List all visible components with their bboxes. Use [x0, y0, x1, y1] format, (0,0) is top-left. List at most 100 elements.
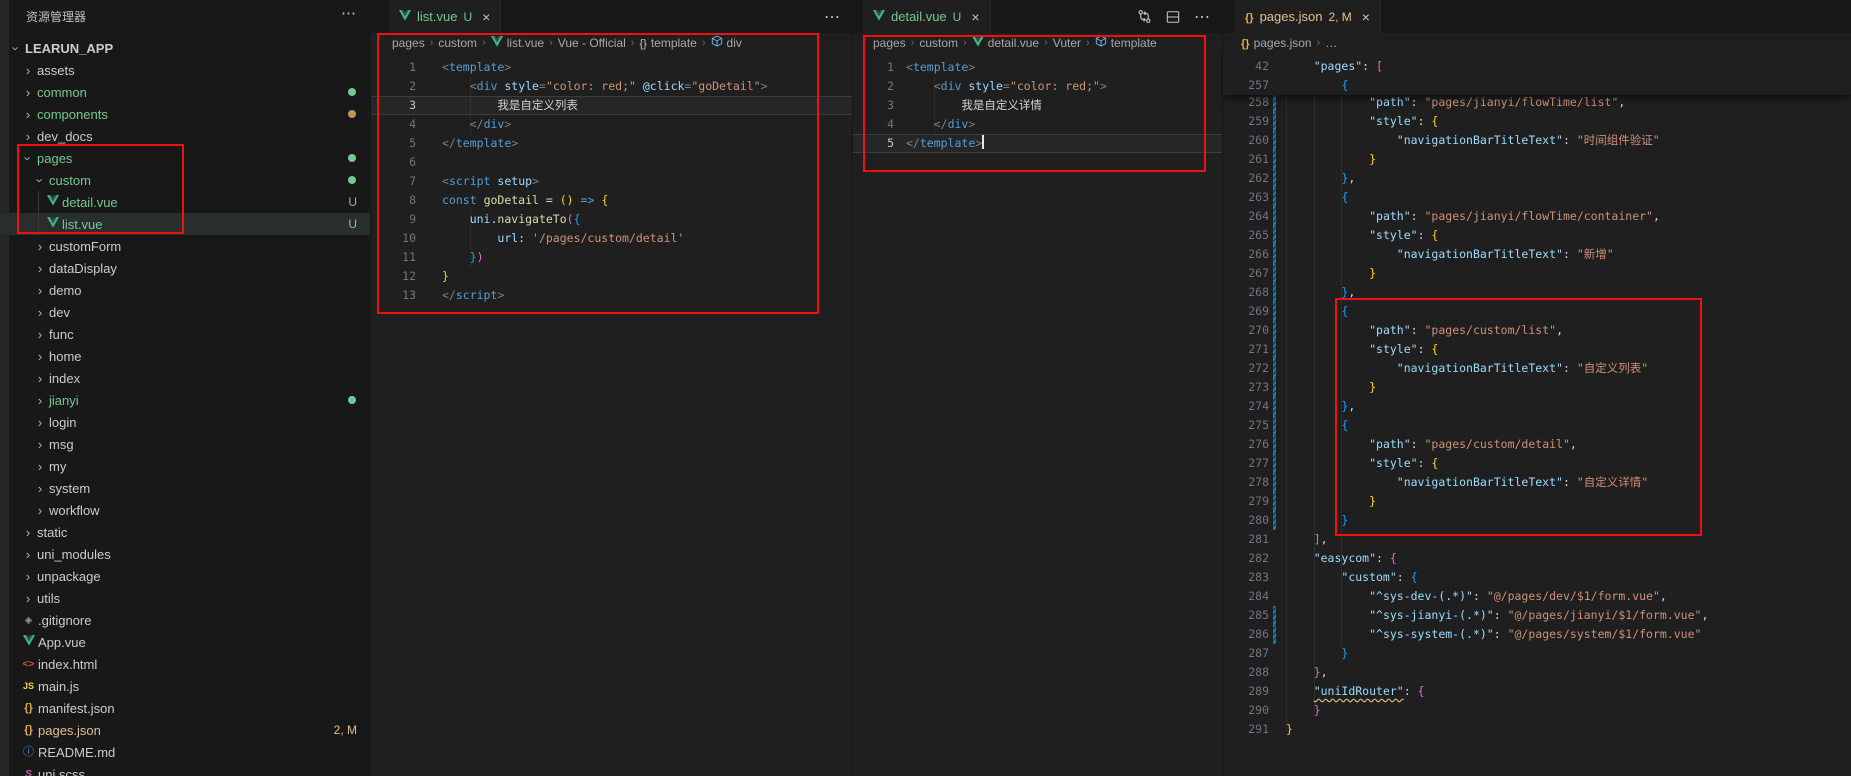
chevron-right-icon[interactable]: ›: [20, 107, 36, 122]
tree-item-dev[interactable]: ›dev: [0, 301, 370, 323]
code-line-275[interactable]: 275 {: [1223, 416, 1851, 435]
code-line-259[interactable]: 259 "style": {: [1223, 112, 1851, 131]
chevron-right-icon[interactable]: ›: [32, 349, 48, 364]
close-icon[interactable]: ×: [1362, 9, 1370, 25]
code-line-281[interactable]: 281 ],: [1223, 530, 1851, 549]
breadcrumb-item[interactable]: custom: [919, 36, 958, 50]
tree-item-uni-modules[interactable]: ›uni_modules: [0, 543, 370, 565]
code-line-8[interactable]: 8const goDetail = () => {: [371, 191, 853, 210]
chevron-right-icon[interactable]: ›: [32, 437, 48, 452]
chevron-right-icon[interactable]: ›: [32, 261, 48, 276]
compare-changes-icon[interactable]: [1137, 9, 1152, 24]
breadcrumb-item[interactable]: {}template: [639, 36, 696, 50]
tree-item-assets[interactable]: ›assets: [0, 59, 370, 81]
tree-item-jianyi[interactable]: ›jianyi: [0, 389, 370, 411]
code-line-273[interactable]: 273 }: [1223, 378, 1851, 397]
chevron-right-icon[interactable]: ›: [20, 85, 36, 100]
code-line-3[interactable]: 3 我是自定义详情: [853, 96, 1223, 115]
tab-list-vue[interactable]: list.vueU×: [389, 0, 501, 33]
tree-item-workflow[interactable]: ›workflow: [0, 499, 370, 521]
code-line-270[interactable]: 270 "path": "pages/custom/list",: [1223, 321, 1851, 340]
code-line-257[interactable]: 257 {: [1223, 76, 1851, 95]
tree-item-learun-app[interactable]: ›LEARUN_APP: [0, 37, 370, 59]
tree-item-.gitignore[interactable]: ◈.gitignore: [0, 609, 370, 631]
code-line-11[interactable]: 11 }): [371, 248, 853, 267]
code-line-1[interactable]: 1<template>: [853, 58, 1223, 77]
code-line-285[interactable]: 285 "^sys-jianyi-(.*)": "@/pages/jianyi/…: [1223, 606, 1851, 625]
code-line-277[interactable]: 277 "style": {: [1223, 454, 1851, 473]
code-line-278[interactable]: 278 "navigationBarTitleText": "自定义详情": [1223, 473, 1851, 492]
code-line-4[interactable]: 4 </div>: [371, 115, 853, 134]
code-line-261[interactable]: 261 }: [1223, 150, 1851, 169]
code-line-274[interactable]: 274 },: [1223, 397, 1851, 416]
tree-item-msg[interactable]: ›msg: [0, 433, 370, 455]
breadcrumb-item[interactable]: {}pages.json: [1241, 36, 1312, 50]
code-line-283[interactable]: 283 "custom": {: [1223, 568, 1851, 587]
code-line-265[interactable]: 265 "style": {: [1223, 226, 1851, 245]
tree-item-utils[interactable]: ›utils: [0, 587, 370, 609]
tree-item-common[interactable]: ›common: [0, 81, 370, 103]
chevron-right-icon[interactable]: ›: [32, 415, 48, 430]
tree-item-customform[interactable]: ›customForm: [0, 235, 370, 257]
chevron-right-icon[interactable]: ›: [32, 305, 48, 320]
tab-detail-vue[interactable]: detail.vueU×: [863, 0, 991, 33]
tree-item-demo[interactable]: ›demo: [0, 279, 370, 301]
tree-item-system[interactable]: ›system: [0, 477, 370, 499]
code-line-279[interactable]: 279 }: [1223, 492, 1851, 511]
breadcrumb-item[interactable]: …: [1325, 36, 1337, 50]
breadcrumb-item[interactable]: pages: [873, 36, 906, 50]
code-line-272[interactable]: 272 "navigationBarTitleText": "自定义列表": [1223, 359, 1851, 378]
tree-item-datadisplay[interactable]: ›dataDisplay: [0, 257, 370, 279]
chevron-right-icon[interactable]: ›: [32, 371, 48, 386]
more-icon[interactable]: ⋯: [824, 7, 841, 27]
chevron-right-icon[interactable]: ›: [32, 503, 48, 518]
chevron-right-icon[interactable]: ›: [32, 327, 48, 342]
code-line-289[interactable]: 289 "uniIdRouter": {: [1223, 682, 1851, 701]
chevron-right-icon[interactable]: ›: [32, 481, 48, 496]
chevron-right-icon[interactable]: ›: [20, 569, 36, 584]
chevron-right-icon[interactable]: ›: [32, 393, 48, 408]
tree-item-app.vue[interactable]: App.vue: [0, 631, 370, 653]
code-line-276[interactable]: 276 "path": "pages/custom/detail",: [1223, 435, 1851, 454]
code-line-5[interactable]: 5</template>: [853, 134, 1223, 153]
code-line-266[interactable]: 266 "navigationBarTitleText": "新增": [1223, 245, 1851, 264]
more-actions-icon[interactable]: ⋯: [341, 4, 356, 22]
breadcrumb-item[interactable]: Vuter: [1053, 36, 1081, 50]
code-line-42[interactable]: 42 "pages": [: [1223, 57, 1851, 76]
code-line-1[interactable]: 1<template>: [371, 58, 853, 77]
chevron-right-icon[interactable]: ›: [20, 63, 36, 78]
chevron-right-icon[interactable]: ›: [20, 547, 36, 562]
breadcrumb-item[interactable]: custom: [438, 36, 477, 50]
code-line-262[interactable]: 262 },: [1223, 169, 1851, 188]
code-line-264[interactable]: 264 "path": "pages/jianyi/flowTime/conta…: [1223, 207, 1851, 226]
code-line-5[interactable]: 5</template>: [371, 134, 853, 153]
tree-item-uni.scss[interactable]: Suni.scss: [0, 763, 370, 776]
breadcrumb-item[interactable]: div: [711, 35, 742, 50]
code-line-268[interactable]: 268 },: [1223, 283, 1851, 302]
code-line-267[interactable]: 267 }: [1223, 264, 1851, 283]
code-line-291[interactable]: 291}: [1223, 720, 1851, 739]
code-area[interactable]: 258 "path": "pages/jianyi/flowTime/list"…: [1223, 93, 1851, 739]
close-icon[interactable]: ×: [971, 9, 979, 25]
tree-item-index.html[interactable]: <>index.html: [0, 653, 370, 675]
breadcrumb-item[interactable]: Vue - Official: [558, 36, 626, 50]
tree-item-detail.vue[interactable]: detail.vueU: [0, 191, 370, 213]
chevron-right-icon[interactable]: ›: [32, 283, 48, 298]
code-line-12[interactable]: 12}: [371, 267, 853, 286]
tree-item-login[interactable]: ›login: [0, 411, 370, 433]
code-line-10[interactable]: 10 url: '/pages/custom/detail': [371, 229, 853, 248]
code-line-271[interactable]: 271 "style": {: [1223, 340, 1851, 359]
chevron-right-icon[interactable]: ›: [32, 239, 48, 254]
code-line-282[interactable]: 282 "easycom": {: [1223, 549, 1851, 568]
chevron-right-icon[interactable]: ›: [32, 459, 48, 474]
code-line-284[interactable]: 284 "^sys-dev-(.*)": "@/pages/dev/$1/for…: [1223, 587, 1851, 606]
tree-item-static[interactable]: ›static: [0, 521, 370, 543]
code-line-2[interactable]: 2 <div style="color: red;">: [853, 77, 1223, 96]
code-area[interactable]: 1<template>2 <div style="color: red;" @c…: [371, 58, 853, 305]
close-icon[interactable]: ×: [482, 9, 490, 25]
breadcrumb-item[interactable]: detail.vue: [972, 36, 1039, 50]
tree-item-list.vue[interactable]: list.vueU: [0, 213, 370, 235]
code-line-280[interactable]: 280 }: [1223, 511, 1851, 530]
split-editor-icon[interactable]: [1166, 10, 1180, 24]
tree-item-manifest.json[interactable]: {}manifest.json: [0, 697, 370, 719]
